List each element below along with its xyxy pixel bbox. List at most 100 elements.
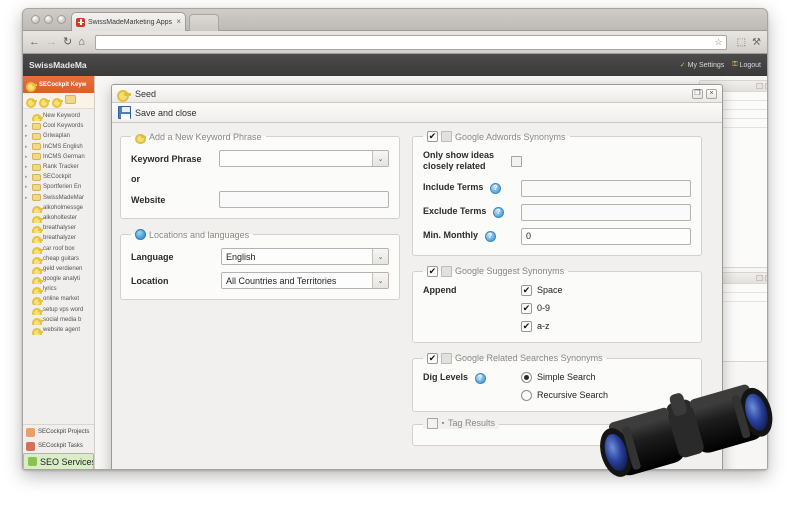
keyword-phrase-combobox[interactable]: ⌄ [219, 150, 389, 167]
tree-node[interactable]: cheap guitars [23, 254, 94, 264]
language-select[interactable]: English ⌄ [221, 248, 389, 265]
tree-node[interactable]: New Keyword [23, 111, 94, 122]
tree-expander-icon[interactable]: ▸ [25, 144, 30, 150]
home-button[interactable]: ⌂ [78, 36, 85, 48]
tree-node[interactable]: online market [23, 294, 94, 305]
sidebar-section-item[interactable]: SEO Services [23, 453, 94, 469]
browser-tab[interactable]: SwissMadeMarketing Apps × [71, 12, 186, 31]
tab-close-icon[interactable]: × [176, 18, 181, 26]
tree-node[interactable]: ▸ InCMS German [23, 152, 94, 162]
tree-expander-icon[interactable]: ▸ [25, 195, 30, 201]
append-option[interactable]: Space [521, 284, 691, 296]
delete-keyword-icon[interactable] [52, 95, 63, 108]
sidebar-section-item[interactable]: SECockpit Tasks [23, 439, 94, 453]
tree-node-label: InCMS English [43, 143, 83, 150]
append-option-checkbox[interactable] [521, 284, 532, 296]
min-monthly-input[interactable]: 0 [521, 227, 691, 245]
key-icon [32, 275, 43, 285]
logout-link[interactable]: ⚿ Logout [732, 61, 761, 69]
chevron-down-icon[interactable]: ⌄ [372, 249, 388, 264]
new-tab-button[interactable] [189, 14, 219, 31]
exclude-terms-help-icon[interactable]: ? [492, 207, 504, 218]
panel-minimize-icon[interactable] [756, 83, 763, 89]
sidebar-toolbar [23, 93, 94, 109]
website-input[interactable] [219, 191, 389, 208]
dialog-close-button[interactable]: × [706, 88, 717, 99]
minimize-window-button[interactable] [44, 15, 53, 24]
add-keyword-icon[interactable] [26, 95, 37, 108]
tree-node[interactable]: car roof box [23, 243, 94, 254]
keyword-phrase-legend: Add a New Keyword Phrase [131, 131, 266, 144]
panel-restore-icon[interactable] [765, 83, 767, 89]
include-terms-help-icon[interactable]: ? [489, 183, 501, 194]
tree-expander-icon[interactable]: ▸ [25, 164, 30, 170]
tree-node[interactable]: ▸ Cool Keywords [23, 121, 94, 131]
tree-node[interactable]: ▸ Rank Tracker [23, 162, 94, 172]
address-bar[interactable]: ☆ [94, 34, 727, 50]
chevron-down-icon[interactable]: ⌄ [372, 273, 388, 288]
sidebar-section-item[interactable]: SECockpit Projects [23, 425, 94, 439]
window-list-icon[interactable]: ⬚ [737, 37, 746, 48]
only-show-ideas-label: Only show ideas closely related [423, 150, 495, 172]
tree-node[interactable]: ▸ SwissMadeMar [23, 193, 94, 203]
tree-node[interactable]: ▸ Griwaplan [23, 131, 94, 141]
wrench-menu-icon[interactable]: ⚒ [752, 37, 761, 48]
tree-node[interactable]: website agent [23, 325, 94, 336]
tree-node[interactable]: breathalyzer [23, 233, 94, 244]
new-folder-icon[interactable] [65, 95, 76, 104]
zoom-window-button[interactable] [57, 15, 66, 24]
dig-level-radio[interactable] [521, 389, 532, 401]
tree-node[interactable]: breathalyser [23, 223, 94, 234]
sidebar-sections[interactable]: SECockpit Projects SECockpit Tasks SEO Ser… [23, 424, 94, 469]
tag-results-enable-checkbox[interactable] [427, 417, 438, 429]
back-button[interactable]: ← [29, 36, 40, 48]
forward-button[interactable]: → [46, 36, 57, 48]
only-show-ideas-checkbox[interactable] [511, 155, 522, 167]
tree-expander-icon[interactable]: ▸ [25, 174, 30, 180]
min-monthly-help-icon[interactable]: ? [484, 231, 496, 242]
panel-minimize-icon[interactable] [756, 275, 763, 281]
tree-expander-icon[interactable]: ▸ [25, 133, 30, 139]
exclude-terms-input[interactable] [521, 203, 691, 221]
tree-node[interactable]: ▸ InCMS English [23, 142, 94, 152]
my-settings-link[interactable]: ✓ My Settings [680, 61, 724, 70]
tree-expander-icon[interactable]: ▸ [25, 154, 30, 160]
tree-node[interactable]: setup vps word [23, 305, 94, 315]
edit-keyword-icon[interactable] [39, 95, 50, 108]
tree-node[interactable]: alkoholmessge [23, 203, 94, 213]
dig-levels-help-icon[interactable]: ? [474, 372, 486, 384]
tree-node[interactable]: geld verdienen [23, 264, 94, 274]
tree-node[interactable]: ▸ Sportferien En [23, 182, 94, 192]
append-option-checkbox[interactable] [521, 320, 532, 332]
save-disk-icon [118, 106, 131, 120]
tree-node[interactable]: alkoholtester [23, 213, 94, 224]
adwords-enable-checkbox[interactable] [427, 131, 438, 142]
location-select[interactable]: All Countries and Territories ⌄ [221, 272, 389, 289]
bookmark-star-icon[interactable]: ☆ [715, 37, 723, 48]
address-bar-icons: ☆ [715, 37, 723, 48]
dig-level-radio[interactable] [521, 371, 532, 383]
tree-node[interactable]: lyrics [23, 284, 94, 295]
append-option[interactable]: 0-9 [521, 302, 691, 314]
tree-node-label: New Keyword [43, 113, 81, 120]
append-option-checkbox[interactable] [521, 302, 532, 314]
tree-expander-icon[interactable]: ▸ [25, 123, 30, 129]
panel-restore-icon[interactable] [765, 275, 767, 281]
tree-node[interactable]: social media b [23, 315, 94, 325]
keyword-key-icon [26, 79, 37, 92]
close-window-button[interactable] [31, 15, 40, 24]
tree-node[interactable]: google analyti [23, 274, 94, 285]
tree-expander-icon[interactable]: ▸ [25, 184, 30, 190]
chevron-down-icon[interactable]: ⌄ [372, 151, 388, 166]
tree-node[interactable]: ▸ SECockpit [23, 172, 94, 182]
related-enable-checkbox[interactable] [427, 352, 438, 364]
suggest-enable-checkbox[interactable] [427, 265, 438, 277]
keyword-tree[interactable]: New Keyword ▸ Cool Keywords ▸ Griwaplan ▸ InCM… [23, 109, 94, 424]
append-option[interactable]: a-z [521, 320, 691, 332]
window-traffic-lights[interactable] [31, 15, 66, 24]
save-and-close-button[interactable]: Save and close [135, 108, 197, 118]
reload-button[interactable]: ↻ [63, 36, 72, 48]
dialog-maximize-button[interactable]: ❐ [692, 88, 703, 99]
include-terms-input[interactable] [521, 179, 691, 197]
folder-icon [32, 183, 41, 191]
